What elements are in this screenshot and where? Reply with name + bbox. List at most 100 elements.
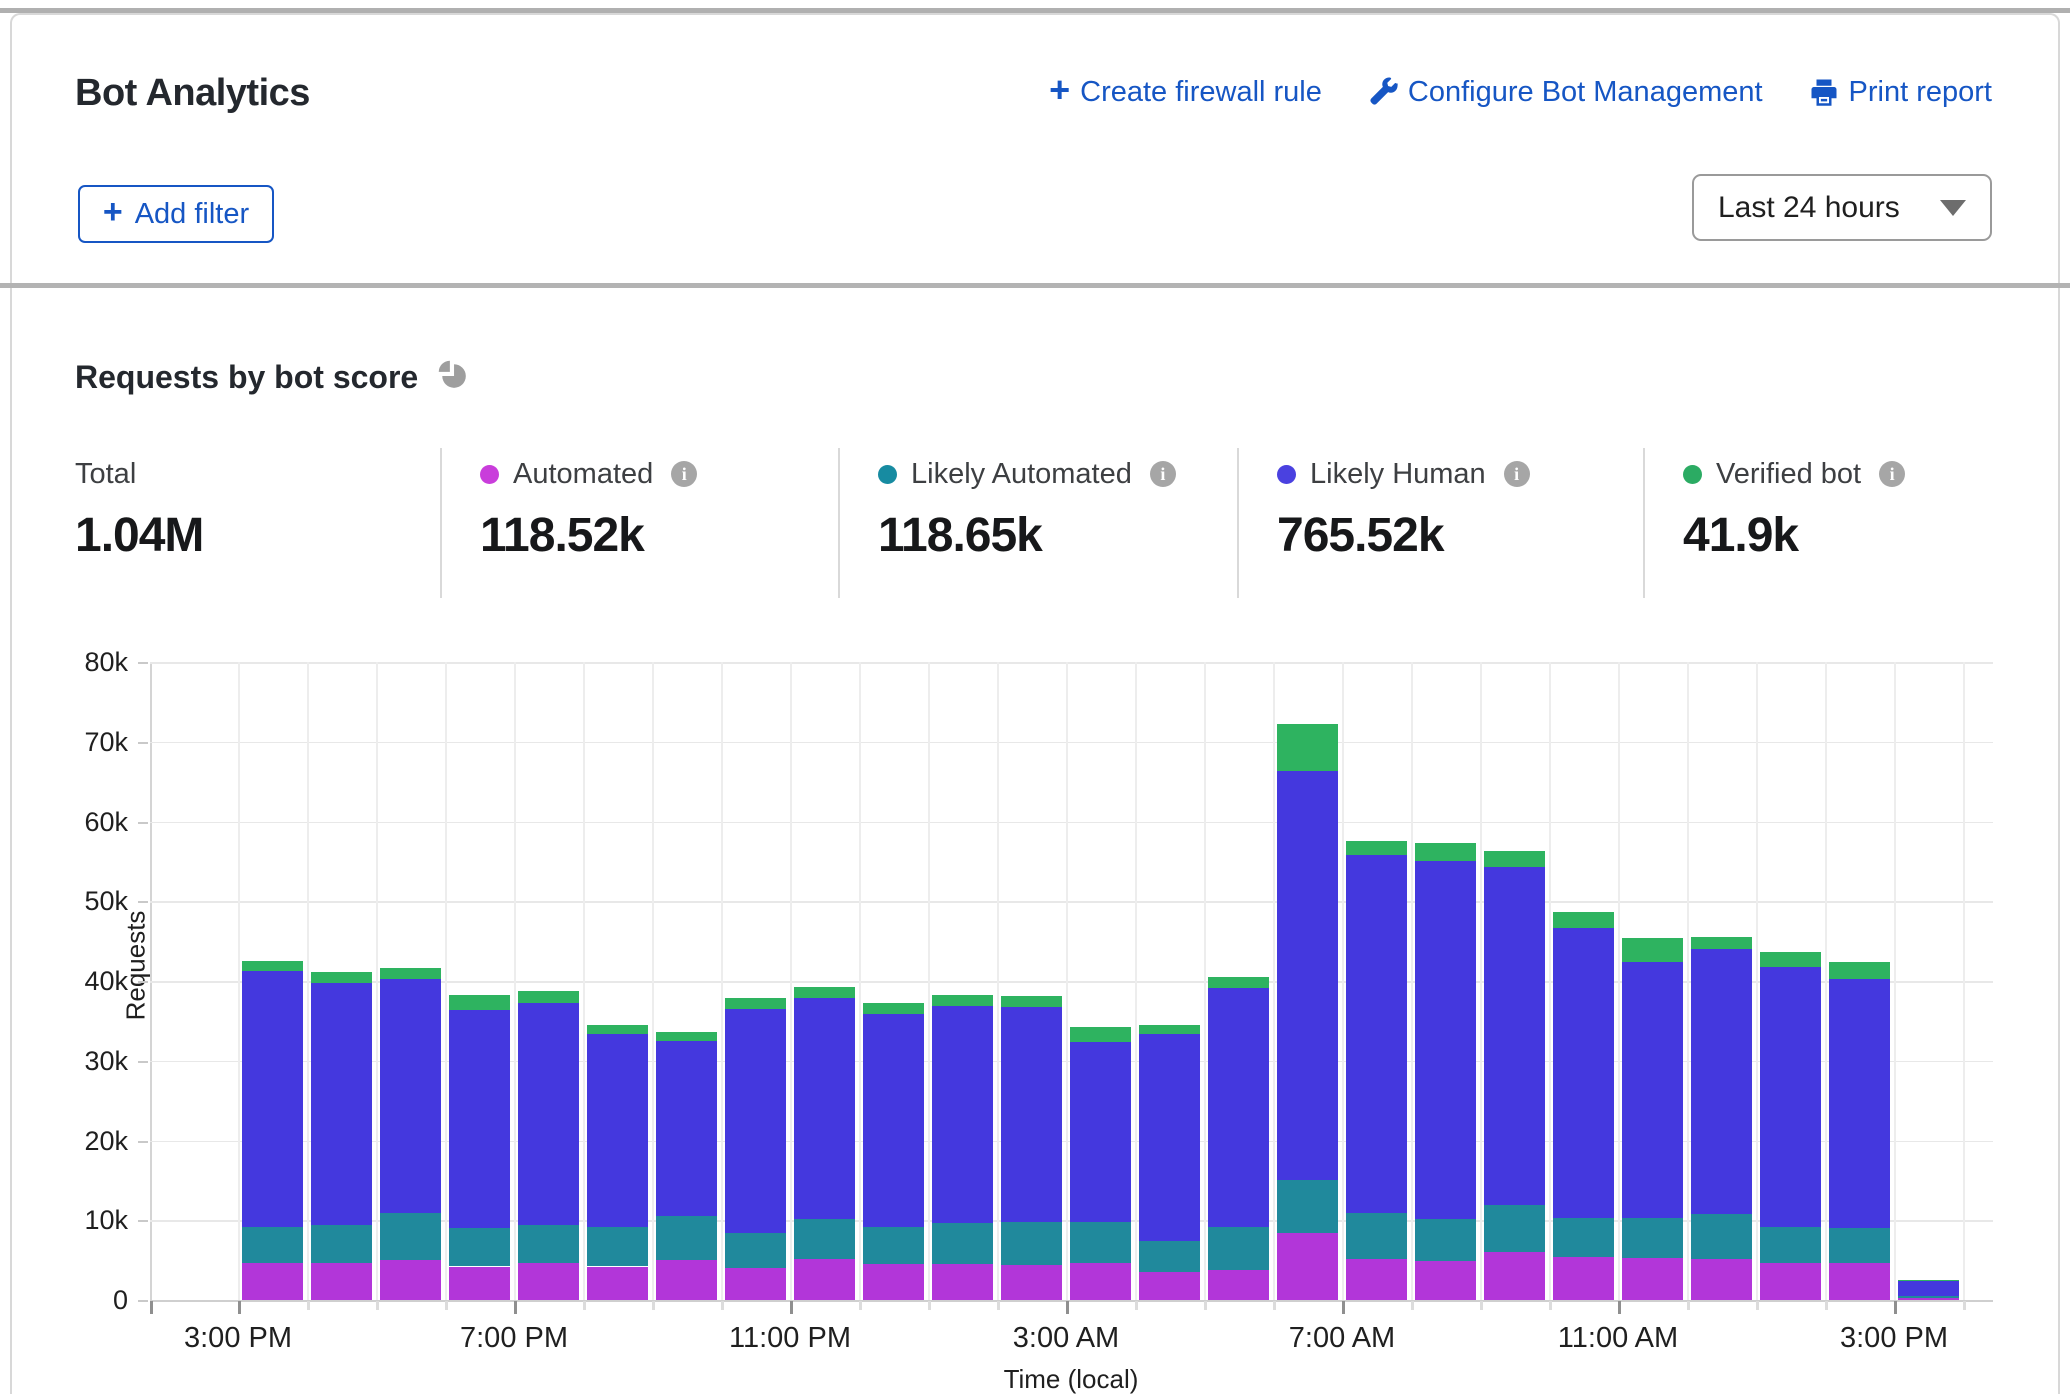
bar-segment-automated[interactable]	[656, 1260, 717, 1300]
bar-segment-likely-human[interactable]	[863, 1014, 924, 1226]
bar-segment-likely-human[interactable]	[1760, 967, 1821, 1226]
bar-segment-verified-bot[interactable]	[1691, 937, 1752, 949]
bar-segment-verified-bot[interactable]	[1208, 977, 1269, 988]
bar-segment-verified-bot[interactable]	[1760, 952, 1821, 967]
bar-segment-likely-human[interactable]	[1484, 867, 1545, 1205]
bar-segment-verified-bot[interactable]	[863, 1003, 924, 1014]
bar-segment-verified-bot[interactable]	[1553, 912, 1614, 928]
bar-segment-likely-automated[interactable]	[1346, 1213, 1407, 1259]
bar-segment-automated[interactable]	[863, 1264, 924, 1300]
bar-segment-verified-bot[interactable]	[794, 987, 855, 998]
bar-segment-likely-human[interactable]	[1691, 949, 1752, 1214]
bar-segment-likely-human[interactable]	[1622, 962, 1683, 1218]
bar-segment-automated[interactable]	[725, 1268, 786, 1300]
bar-segment-likely-automated[interactable]	[1208, 1227, 1269, 1270]
print-report-link[interactable]: Print report	[1809, 76, 1992, 109]
bar-segment-verified-bot[interactable]	[1346, 841, 1407, 855]
bar-segment-likely-automated[interactable]	[1001, 1222, 1062, 1265]
bar-segment-automated[interactable]	[1829, 1263, 1890, 1300]
bar-segment-verified-bot[interactable]	[1070, 1027, 1131, 1041]
bar-segment-likely-automated[interactable]	[1622, 1218, 1683, 1258]
bar-segment-likely-automated[interactable]	[656, 1216, 717, 1260]
bar-segment-verified-bot[interactable]	[725, 998, 786, 1009]
bar-segment-verified-bot[interactable]	[242, 961, 303, 971]
bar-segment-likely-automated[interactable]	[242, 1227, 303, 1262]
bar-segment-verified-bot[interactable]	[1415, 843, 1476, 861]
bar-segment-verified-bot[interactable]	[932, 995, 993, 1005]
bar-segment-automated[interactable]	[1484, 1252, 1545, 1300]
bar-segment-likely-human[interactable]	[518, 1003, 579, 1225]
bar-segment-likely-human[interactable]	[242, 971, 303, 1228]
bar-segment-likely-automated[interactable]	[311, 1225, 372, 1262]
bar-segment-automated[interactable]	[1277, 1233, 1338, 1300]
bar-segment-automated[interactable]	[1139, 1272, 1200, 1300]
bar-segment-likely-automated[interactable]	[1415, 1219, 1476, 1260]
add-filter-button[interactable]: + Add filter	[78, 185, 274, 243]
bar-segment-likely-human[interactable]	[1415, 861, 1476, 1220]
info-icon[interactable]: i	[1879, 461, 1905, 487]
bar-segment-automated[interactable]	[1070, 1263, 1131, 1300]
info-icon[interactable]: i	[1504, 461, 1530, 487]
bar-segment-likely-human[interactable]	[1001, 1007, 1062, 1222]
bar-segment-likely-automated[interactable]	[1070, 1222, 1131, 1263]
create-firewall-rule-link[interactable]: + Create firewall rule	[1049, 74, 1322, 110]
bar-segment-automated[interactable]	[380, 1260, 441, 1300]
bar-segment-automated[interactable]	[242, 1263, 303, 1300]
bar-segment-automated[interactable]	[1760, 1263, 1821, 1300]
info-icon[interactable]: i	[1150, 461, 1176, 487]
configure-bot-management-link[interactable]: Configure Bot Management	[1368, 76, 1763, 109]
bar-segment-verified-bot[interactable]	[1622, 938, 1683, 962]
bar-segment-likely-human[interactable]	[1070, 1042, 1131, 1222]
bar-segment-automated[interactable]	[587, 1267, 648, 1300]
bar-segment-automated[interactable]	[1001, 1265, 1062, 1300]
bar-segment-verified-bot[interactable]	[449, 995, 510, 1010]
bar-segment-likely-human[interactable]	[311, 983, 372, 1225]
bar-segment-automated[interactable]	[449, 1267, 510, 1300]
bar-segment-likely-automated[interactable]	[1139, 1241, 1200, 1272]
bar-segment-likely-automated[interactable]	[1691, 1214, 1752, 1259]
bar-segment-likely-automated[interactable]	[725, 1233, 786, 1268]
bar-segment-automated[interactable]	[1691, 1259, 1752, 1300]
bar-segment-automated[interactable]	[1553, 1257, 1614, 1300]
bar-segment-likely-human[interactable]	[587, 1034, 648, 1228]
bar-segment-likely-automated[interactable]	[863, 1227, 924, 1264]
bar-segment-verified-bot[interactable]	[656, 1032, 717, 1041]
bar-segment-likely-automated[interactable]	[1829, 1228, 1890, 1263]
bar-segment-likely-human[interactable]	[449, 1010, 510, 1229]
bar-segment-likely-automated[interactable]	[1553, 1218, 1614, 1257]
bar-segment-automated[interactable]	[1415, 1261, 1476, 1300]
bar-segment-likely-human[interactable]	[1829, 979, 1890, 1229]
bar-segment-likely-automated[interactable]	[518, 1225, 579, 1262]
bar-segment-verified-bot[interactable]	[1829, 962, 1890, 979]
bar-segment-likely-automated[interactable]	[1277, 1180, 1338, 1233]
bar-segment-likely-automated[interactable]	[1484, 1205, 1545, 1252]
bar-segment-automated[interactable]	[932, 1264, 993, 1300]
bar-segment-verified-bot[interactable]	[518, 991, 579, 1004]
bar-segment-likely-human[interactable]	[794, 998, 855, 1220]
bar-segment-verified-bot[interactable]	[380, 968, 441, 978]
time-range-dropdown[interactable]: Last 24 hours	[1692, 174, 1992, 241]
bar-segment-likely-human[interactable]	[1898, 1281, 1959, 1296]
bar-segment-likely-human[interactable]	[1277, 771, 1338, 1180]
bar-segment-verified-bot[interactable]	[587, 1025, 648, 1034]
bar-segment-verified-bot[interactable]	[1277, 724, 1338, 771]
bar-segment-likely-automated[interactable]	[1898, 1296, 1959, 1298]
bar-segment-likely-automated[interactable]	[1760, 1227, 1821, 1263]
bar-segment-likely-human[interactable]	[380, 979, 441, 1213]
bar-segment-likely-automated[interactable]	[380, 1213, 441, 1260]
bar-segment-likely-automated[interactable]	[449, 1228, 510, 1266]
bar-segment-likely-human[interactable]	[1139, 1034, 1200, 1241]
bar-segment-likely-human[interactable]	[656, 1041, 717, 1216]
bar-segment-likely-automated[interactable]	[794, 1219, 855, 1258]
bar-segment-automated[interactable]	[311, 1263, 372, 1300]
bar-segment-verified-bot[interactable]	[1484, 851, 1545, 867]
bar-segment-likely-human[interactable]	[725, 1009, 786, 1233]
bar-segment-likely-human[interactable]	[1346, 855, 1407, 1213]
bar-segment-automated[interactable]	[1208, 1270, 1269, 1300]
bar-segment-likely-automated[interactable]	[587, 1227, 648, 1266]
bar-segment-likely-automated[interactable]	[932, 1223, 993, 1264]
bar-segment-automated[interactable]	[1898, 1298, 1959, 1300]
info-icon[interactable]: i	[671, 461, 697, 487]
bar-segment-likely-human[interactable]	[1553, 928, 1614, 1217]
bar-segment-automated[interactable]	[518, 1263, 579, 1300]
